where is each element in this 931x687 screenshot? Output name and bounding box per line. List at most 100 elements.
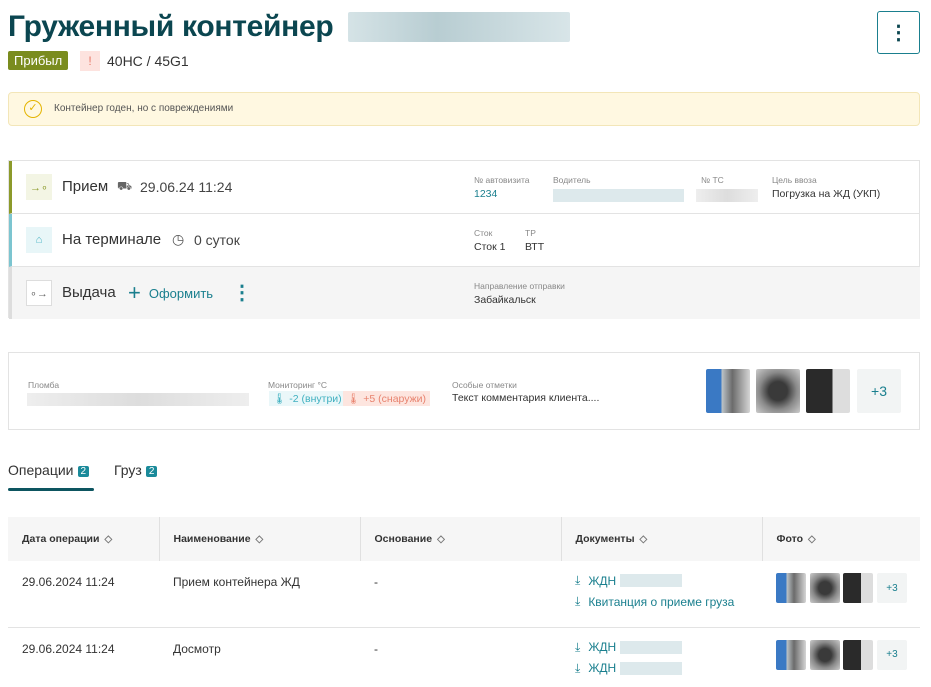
field-value: ВТТ (525, 241, 545, 253)
cell-date: 29.06.2024 11:24 (8, 561, 159, 628)
stage-terminal: ⌂ На терминале ◷ 0 суток Сток Сток 1 ТР … (9, 214, 920, 267)
check-circle-icon: ✓ (24, 100, 42, 118)
create-release-button[interactable]: + Оформить (128, 280, 213, 306)
more-photos-button[interactable]: +3 (877, 639, 907, 670)
cell-name: Прием контейнера ЖД (159, 561, 360, 628)
column-label: Наименование (173, 533, 251, 545)
field-label: Сток (474, 228, 493, 238)
cell-photos: +3 (762, 561, 920, 628)
plus-icon: + (128, 280, 141, 305)
photo-thumbnail[interactable] (776, 639, 806, 670)
column-header-date[interactable]: Дата операции ◇ (8, 517, 160, 561)
field-value: Сток 1 (474, 241, 506, 253)
document-name: ЖДН (588, 661, 617, 675)
thermometer-icon: 🌡 (273, 393, 287, 405)
document-name: Квитанция о приеме груза (588, 594, 735, 609)
truck-icon: ⛟ (117, 179, 133, 193)
cell-basis: - (374, 641, 378, 656)
stage-name: Выдача (62, 284, 116, 301)
tab-label: Операции (8, 462, 74, 478)
tab-operations[interactable]: Операции 2 (8, 462, 90, 478)
document-link[interactable]: ⤓ ЖДН (575, 637, 762, 658)
column-header-basis[interactable]: Основание ◇ (360, 517, 562, 561)
create-release-label: Оформить (148, 285, 214, 301)
seal-label: Пломба (28, 380, 60, 390)
cell-name: Досмотр (173, 641, 221, 656)
terminal-duration: 0 суток (194, 232, 240, 248)
photo-thumbnail[interactable] (810, 639, 840, 670)
stage-name: На терминале (62, 231, 162, 248)
photo-thumbnail[interactable] (810, 573, 840, 603)
more-menu-button[interactable]: ⋮ (877, 11, 920, 54)
operations-table: Дата операции ◇ Наименование ◇ Основание ◇ … (8, 517, 920, 687)
autovisit-link[interactable]: 1234 (474, 188, 497, 200)
download-icon: ⤓ (575, 573, 581, 587)
download-icon: ⤓ (575, 594, 581, 608)
column-label: Дата операции (22, 533, 100, 545)
field-label: Направление отправки (474, 281, 565, 291)
temp-inside-value: -2 (внутри) (289, 393, 342, 405)
column-label: Фото (776, 533, 804, 545)
stage-release: ∘→ Выдача + Оформить ⋮ Направление отпра… (9, 267, 920, 319)
table-row[interactable]: 29.06.2024 11:24 Прием контейнера ЖД - ⤓… (8, 561, 920, 628)
tab-cargo[interactable]: Груз 2 (114, 462, 158, 478)
stage-intake: →∘ Прием ⛟ 29.06.24 11:24 № автовизита 1… (9, 161, 920, 214)
home-icon: ⌂ (26, 227, 52, 253)
document-name: ЖДН (588, 640, 617, 654)
release-more-button[interactable]: ⋮ (232, 280, 252, 305)
cell-photos: +3 (762, 627, 920, 687)
status-alert: ✓ Контейнер годен, но с повреждениями (8, 92, 920, 126)
photo-thumbnail[interactable] (776, 573, 806, 603)
more-photos-button[interactable]: +3 (857, 369, 901, 413)
notes-label: Особые отметки (452, 380, 517, 390)
temp-inside: 🌡 -2 (внутри) (269, 391, 346, 406)
notes-value: Текст комментария клиента.... (452, 392, 600, 404)
cell-documents: ⤓ ЖДН ⤓ Квитанция о приеме груза (561, 561, 762, 628)
info-card: Пломба Мониторинг °C 🌡 -2 (внутри) 🌡 +5 … (8, 352, 920, 430)
document-link[interactable]: ⤓ Квитанция о приеме груза (575, 591, 762, 612)
more-photos-button[interactable]: +3 (877, 573, 907, 603)
column-header-documents[interactable]: Документы ◇ (561, 517, 763, 561)
column-header-photo[interactable]: Фото ◇ (762, 517, 920, 561)
document-name: ЖДН (588, 573, 617, 588)
column-label: Основание (374, 533, 433, 545)
monitoring-label: Мониторинг °C (268, 380, 328, 390)
document-link[interactable]: ⤓ ЖДН (575, 570, 762, 591)
table-row[interactable]: 29.06.2024 11:24 Досмотр - ⤓ ЖДН ⤓ ЖДН +3 (8, 627, 920, 687)
sort-icon: ◇ (808, 534, 816, 545)
container-number-redacted (348, 12, 570, 42)
alert-text: Контейнер годен, но с повреждениями (54, 103, 234, 114)
temp-outside-value: +5 (снаружи) (363, 393, 427, 405)
document-link[interactable]: ⤓ ЖДН (575, 658, 762, 679)
column-header-name[interactable]: Наименование ◇ (159, 517, 361, 561)
download-icon: ⤓ (575, 660, 581, 675)
stages-panel: →∘ Прием ⛟ 29.06.24 11:24 № автовизита 1… (8, 160, 920, 319)
tab-label: Груз (114, 462, 142, 478)
thermometer-icon: 🌡 (347, 393, 361, 405)
intake-datetime: 29.06.24 11:24 (140, 179, 233, 195)
sort-icon: ◇ (639, 534, 648, 545)
stage-name: Прием (62, 178, 109, 195)
photo-thumbnail[interactable] (843, 573, 873, 603)
photo-thumbnail[interactable] (706, 369, 750, 413)
vehicle-redacted (696, 189, 758, 202)
arrow-in-icon: →∘ (26, 174, 52, 200)
field-value: Погрузка на ЖД (УКП) (772, 188, 881, 200)
sort-icon: ◇ (437, 534, 445, 545)
field-label: Цель ввоза (772, 175, 817, 185)
active-tab-indicator (8, 488, 94, 491)
status-badge: Прибыл (8, 51, 69, 70)
photo-thumbnail[interactable] (756, 369, 800, 413)
container-type: 40HC / 45G1 (107, 53, 189, 69)
document-number-redacted (620, 640, 683, 654)
cell-date: 29.06.2024 11:24 (22, 641, 115, 656)
photo-thumbnail[interactable] (806, 369, 850, 413)
page-title: Груженный контейнер (8, 10, 334, 43)
arrow-out-icon: ∘→ (26, 280, 52, 306)
photo-thumbnail[interactable] (843, 639, 873, 670)
column-label: Документы (575, 533, 635, 545)
document-number-redacted (620, 574, 683, 587)
seal-redacted (27, 393, 249, 406)
field-label: ТР (525, 228, 536, 238)
sort-icon: ◇ (104, 534, 113, 545)
